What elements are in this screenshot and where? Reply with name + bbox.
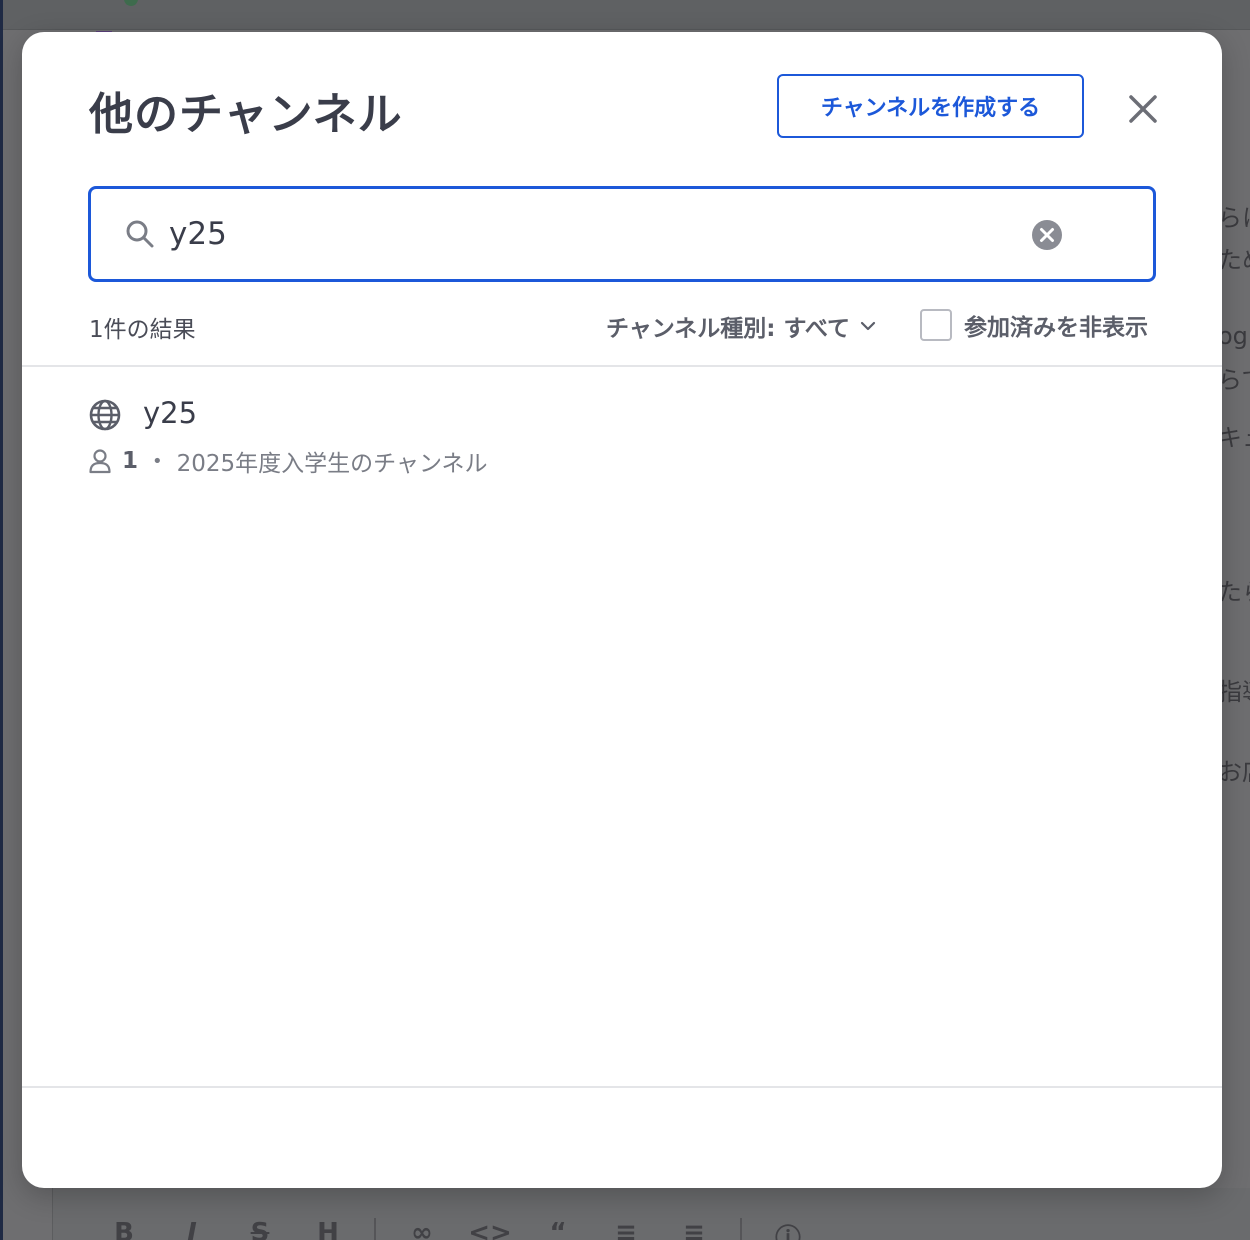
background-header xyxy=(3,0,1250,30)
channel-type-filter-label: チャンネル種別: すべて xyxy=(606,316,850,342)
background-text: らに xyxy=(1218,204,1250,232)
heading-icon: H xyxy=(317,1218,339,1240)
search-input[interactable] xyxy=(169,207,1009,261)
clear-search-icon[interactable] xyxy=(1031,219,1063,251)
bullet-list-icon: ≡ xyxy=(615,1218,637,1240)
priority-icon: ⓘ xyxy=(774,1224,801,1240)
background-sidebar-edge xyxy=(0,0,3,1240)
hide-joined-label: 参加済みを非表示 xyxy=(964,315,1148,341)
meta-separator: • xyxy=(152,450,163,472)
code-icon: <> xyxy=(468,1218,512,1240)
numbered-list-icon: ≡ xyxy=(683,1218,705,1240)
channel-list-item[interactable]: y25 1 • 2025年度入学生のチャンネル xyxy=(88,394,1156,478)
channel-type-filter[interactable]: チャンネル種別: すべて xyxy=(606,309,876,343)
hide-joined-toggle[interactable]: 参加済みを非表示 xyxy=(920,308,1148,342)
create-channel-button[interactable]: チャンネルを作成する xyxy=(777,74,1084,138)
footer-divider xyxy=(22,1086,1222,1088)
close-button[interactable] xyxy=(1122,88,1164,130)
background-text: og. xyxy=(1218,322,1250,350)
chevron-down-icon xyxy=(860,321,876,331)
modal-title: 他のチャンネル xyxy=(89,89,403,140)
channel-name: y25 xyxy=(143,396,198,430)
result-count: 1件の結果 xyxy=(89,317,196,343)
channel-meta: 1 • 2025年度入学生のチャンネル xyxy=(88,444,487,478)
member-icon xyxy=(89,449,111,474)
toolbar-divider xyxy=(740,1218,742,1240)
toolbar-divider xyxy=(374,1218,376,1240)
background-text: 指導 xyxy=(1218,678,1250,706)
channel-purpose: 2025年度入学生のチャンネル xyxy=(176,451,488,477)
member-count: 1 xyxy=(122,448,139,474)
link-icon: ∞ xyxy=(411,1218,433,1240)
background-text: キュ xyxy=(1218,424,1250,452)
bold-icon: B xyxy=(114,1218,134,1240)
search-icon xyxy=(126,220,154,248)
strikethrough-icon: S xyxy=(250,1218,270,1240)
italic-icon: I xyxy=(187,1218,197,1240)
background-text: たら xyxy=(1218,578,1250,606)
close-icon xyxy=(1129,95,1157,123)
browse-channels-modal: 他のチャンネル チャンネルを作成する 1件の結果 チャンネル種別: すべて 参加… xyxy=(22,32,1222,1188)
background-text: お店 xyxy=(1218,758,1250,786)
quote-icon: “ xyxy=(549,1218,567,1240)
search-box[interactable] xyxy=(88,186,1156,282)
divider xyxy=(22,365,1222,367)
background-text: らて xyxy=(1218,366,1250,394)
globe-icon xyxy=(89,399,121,431)
background-text: ため xyxy=(1218,246,1250,274)
background-format-toolbar: B I S H ∞ <> “ ≡ ≡ ⓘ xyxy=(90,1218,822,1240)
hide-joined-checkbox[interactable] xyxy=(920,309,952,341)
